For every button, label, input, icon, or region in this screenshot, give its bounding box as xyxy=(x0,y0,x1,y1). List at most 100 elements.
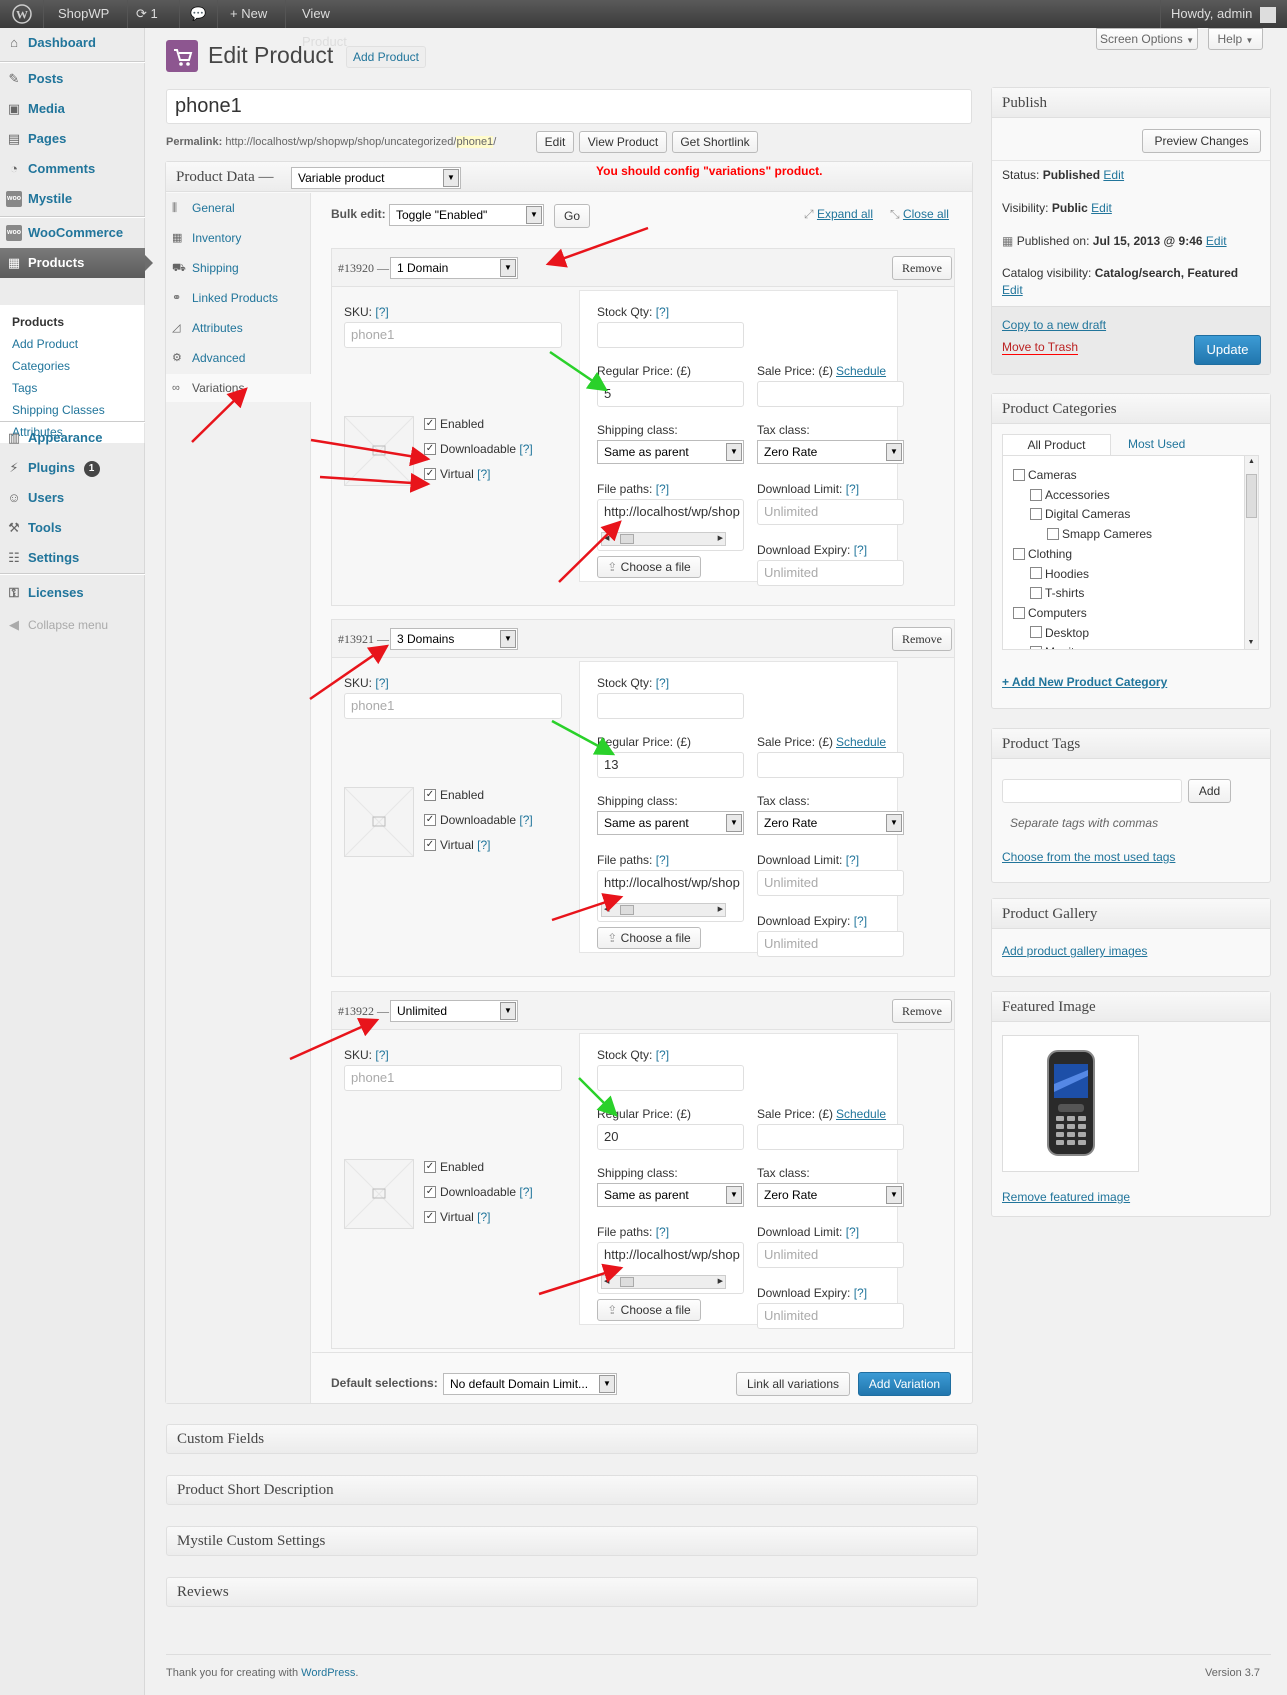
help-tip-icon[interactable]: [?] xyxy=(519,442,532,456)
view-product-button[interactable]: View Product xyxy=(579,131,667,153)
category-item[interactable]: Desktop xyxy=(1030,626,1089,640)
category-scrollbar[interactable]: ▲ ▼ xyxy=(1244,456,1258,649)
remove-featured-image-link[interactable]: Remove featured image xyxy=(1002,1190,1130,1204)
menu-woocommerce[interactable]: woo WooCommerce xyxy=(0,218,145,248)
permalink-slug[interactable]: phone1 xyxy=(456,136,494,148)
sale-price-input[interactable] xyxy=(757,381,904,407)
comments-link[interactable]: 💬 xyxy=(180,0,218,28)
stock-qty-input[interactable] xyxy=(597,322,744,348)
regular-price-input[interactable]: 20 xyxy=(597,1124,744,1150)
help-tip-icon[interactable]: [?] xyxy=(854,1286,867,1300)
status-edit-link[interactable]: Edit xyxy=(1103,168,1124,182)
schedule-link[interactable]: Schedule xyxy=(836,735,886,749)
schedule-link[interactable]: Schedule xyxy=(836,364,886,378)
tab-linked-products[interactable]: ⚭ Linked Products xyxy=(166,284,301,312)
updates-link[interactable]: ⟳ 1 xyxy=(128,0,180,28)
add-new-category-link[interactable]: + Add New Product Category xyxy=(1002,675,1167,689)
product-title-input[interactable]: phone1 xyxy=(166,89,972,124)
catalog-visibility-edit-link[interactable]: Edit xyxy=(1002,283,1023,297)
file-paths-scrollbar[interactable]: ◀ ▶ xyxy=(601,1275,726,1289)
category-item[interactable]: T-shirts xyxy=(1030,586,1084,600)
help-tip-icon[interactable]: [?] xyxy=(519,1185,532,1199)
menu-plugins[interactable]: ⚡ Plugins 1 xyxy=(0,453,145,483)
menu-tools[interactable]: ⚒ Tools xyxy=(0,513,145,543)
collapse-menu[interactable]: ◀ Collapse menu xyxy=(0,610,145,640)
virtual-checkbox[interactable]: ✓ Virtual [?] xyxy=(424,467,490,481)
tab-advanced[interactable]: ⚙ Advanced xyxy=(166,344,301,372)
category-item[interactable]: Smapp Cameres xyxy=(1047,527,1152,541)
help-tip-icon[interactable]: [?] xyxy=(854,543,867,557)
menu-media[interactable]: ▣ Media xyxy=(0,94,145,124)
menu-comments[interactable]: ◔ Comments xyxy=(0,154,145,184)
shipping-class-select[interactable]: Same as parent ▼ xyxy=(597,440,744,464)
view-product-link[interactable]: View Product xyxy=(286,0,386,49)
menu-pages[interactable]: ▤ Pages xyxy=(0,124,145,154)
download-limit-input[interactable]: Unlimited xyxy=(757,1242,904,1268)
wordpress-link[interactable]: WordPress xyxy=(301,1667,355,1679)
downloadable-checkbox[interactable]: ✓ Downloadable [?] xyxy=(424,813,533,827)
help-tip-icon[interactable]: [?] xyxy=(477,838,490,852)
sku-input[interactable]: phone1 xyxy=(344,693,562,719)
variation-image-placeholder[interactable] xyxy=(344,787,414,857)
get-shortlink-button[interactable]: Get Shortlink xyxy=(672,131,758,153)
product-type-select[interactable]: Variable product ▼ xyxy=(291,167,461,189)
menu-settings[interactable]: ☷ Settings xyxy=(0,543,145,573)
choose-file-button[interactable]: ⇪ Choose a file xyxy=(597,556,701,578)
help-tip-icon[interactable]: [?] xyxy=(656,853,669,867)
tab-inventory[interactable]: ▦ Inventory xyxy=(166,224,301,252)
submenu-add-product[interactable]: Add Product xyxy=(0,333,144,355)
help-tip-icon[interactable]: [?] xyxy=(846,1225,859,1239)
submenu-shipping-classes[interactable]: Shipping Classes xyxy=(0,399,144,421)
published-on-edit-link[interactable]: Edit xyxy=(1206,234,1227,248)
featured-image-thumbnail[interactable] xyxy=(1002,1035,1139,1172)
enabled-checkbox[interactable]: ✓ Enabled xyxy=(424,1160,484,1174)
move-to-trash-link[interactable]: Move to Trash xyxy=(1002,340,1079,355)
download-limit-input[interactable]: Unlimited xyxy=(757,870,904,896)
file-paths-scrollbar[interactable]: ◀ ▶ xyxy=(601,532,726,546)
regular-price-input[interactable]: 13 xyxy=(597,752,744,778)
download-expiry-input[interactable]: Unlimited xyxy=(757,931,904,957)
tab-all-categories[interactable]: All Product Categories xyxy=(1002,434,1111,472)
tab-most-used[interactable]: Most Used xyxy=(1128,437,1185,451)
choose-file-button[interactable]: ⇪ Choose a file xyxy=(597,927,701,949)
category-item[interactable]: Hoodies xyxy=(1030,567,1089,581)
sku-input[interactable]: phone1 xyxy=(344,1065,562,1091)
help-tip-icon[interactable]: [?] xyxy=(477,467,490,481)
file-paths-textarea[interactable]: http://localhost/wp/shop ◀ ▶ xyxy=(597,1242,744,1294)
submenu-categories[interactable]: Categories xyxy=(0,355,144,377)
sale-price-input[interactable] xyxy=(757,1124,904,1150)
category-item[interactable]: Computers xyxy=(1013,606,1087,620)
download-expiry-input[interactable]: Unlimited xyxy=(757,560,904,586)
menu-dashboard[interactable]: ⌂ Dashboard xyxy=(0,28,145,58)
menu-posts[interactable]: ✎ Posts xyxy=(0,64,145,94)
file-paths-textarea[interactable]: http://localhost/wp/shop ◀ ▶ xyxy=(597,499,744,551)
site-name-link[interactable]: ShopWP xyxy=(44,0,128,28)
help-tip-icon[interactable]: [?] xyxy=(375,305,388,319)
file-paths-scrollbar[interactable]: ◀ ▶ xyxy=(601,903,726,917)
regular-price-input[interactable]: 5 xyxy=(597,381,744,407)
help-button[interactable]: Help ▼ xyxy=(1208,28,1263,50)
menu-products[interactable]: ▦ Products xyxy=(0,248,153,278)
tax-class-select[interactable]: Zero Rate ▼ xyxy=(757,440,904,464)
help-tip-icon[interactable]: [?] xyxy=(519,813,532,827)
default-selections-select[interactable]: No default Domain Limit... ▼ xyxy=(443,1373,617,1395)
help-tip-icon[interactable]: [?] xyxy=(656,305,669,319)
category-item[interactable]: Accessories xyxy=(1030,488,1110,502)
screen-options-button[interactable]: Screen Options ▼ xyxy=(1096,28,1198,50)
submenu-products[interactable]: Products xyxy=(0,311,144,333)
help-tip-icon[interactable]: [?] xyxy=(846,482,859,496)
remove-variation-button[interactable]: Remove xyxy=(892,256,952,280)
help-tip-icon[interactable]: [?] xyxy=(846,853,859,867)
expand-all-link[interactable]: ⤢ Expand all xyxy=(804,207,873,222)
help-tip-icon[interactable]: [?] xyxy=(656,482,669,496)
menu-users[interactable]: ☺ Users xyxy=(0,483,145,513)
bulk-edit-select[interactable]: Toggle "Enabled" ▼ xyxy=(389,204,544,226)
category-checklist[interactable]: ▲ ▼ Cameras Accessories Digital Cameras Sma… xyxy=(1002,455,1259,650)
tab-general[interactable]: ⫼ General xyxy=(166,194,301,222)
howdy-user-menu[interactable]: Howdy, admin xyxy=(1160,0,1287,28)
wordpress-logo-icon[interactable]: W xyxy=(0,0,44,28)
tab-shipping[interactable]: ⛟ Shipping xyxy=(166,254,301,282)
tax-class-select[interactable]: Zero Rate ▼ xyxy=(757,811,904,835)
download-expiry-input[interactable]: Unlimited xyxy=(757,1303,904,1329)
add-gallery-images-link[interactable]: Add product gallery images xyxy=(1002,944,1147,958)
